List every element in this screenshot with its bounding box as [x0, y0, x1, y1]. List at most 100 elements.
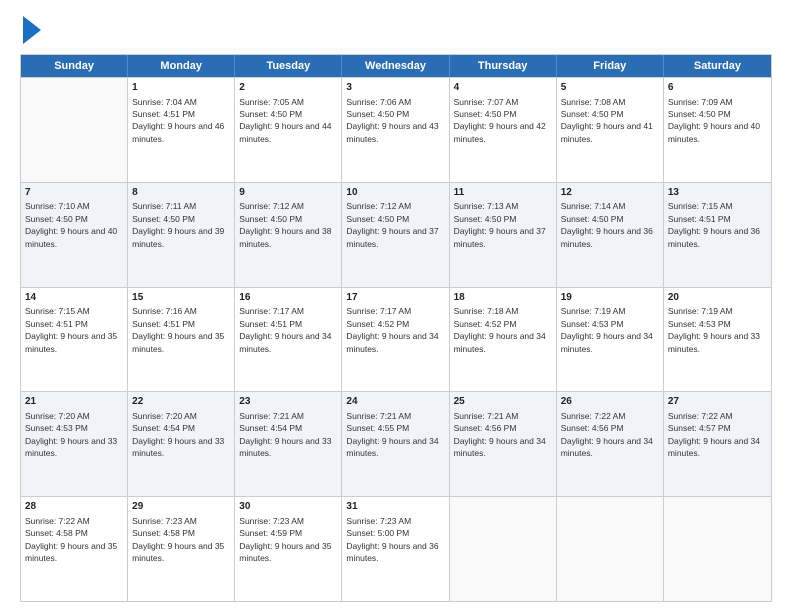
cell-details: Sunrise: 7:23 AMSunset: 4:58 PMDaylight:… — [132, 516, 224, 563]
cell-details: Sunrise: 7:16 AMSunset: 4:51 PMDaylight:… — [132, 306, 224, 353]
calendar-row: 14Sunrise: 7:15 AMSunset: 4:51 PMDayligh… — [21, 287, 771, 392]
day-number: 24 — [346, 395, 444, 409]
cell-details: Sunrise: 7:05 AMSunset: 4:50 PMDaylight:… — [239, 97, 331, 144]
cell-details: Sunrise: 7:08 AMSunset: 4:50 PMDaylight:… — [561, 97, 653, 144]
cell-details: Sunrise: 7:22 AMSunset: 4:56 PMDaylight:… — [561, 411, 653, 458]
day-number: 29 — [132, 500, 230, 514]
calendar-header-cell: Tuesday — [235, 55, 342, 77]
header — [20, 18, 772, 44]
calendar-cell: 16Sunrise: 7:17 AMSunset: 4:51 PMDayligh… — [235, 288, 342, 392]
calendar-cell: 13Sunrise: 7:15 AMSunset: 4:51 PMDayligh… — [664, 183, 771, 287]
calendar-cell: 9Sunrise: 7:12 AMSunset: 4:50 PMDaylight… — [235, 183, 342, 287]
calendar-cell: 24 Sunrise: 7:21 AMSunset: 4:55 PMDayligh… — [342, 392, 449, 496]
day-number: 1 — [132, 81, 230, 95]
day-number: 17 — [346, 291, 444, 305]
day-number: 22 — [132, 395, 230, 409]
day-number: 10 — [346, 186, 444, 200]
calendar-cell: 6 Sunrise: 7:09 AMSunset: 4:50 PMDaylight… — [664, 78, 771, 182]
cell-details: Sunrise: 7:23 AMSunset: 4:59 PMDaylight:… — [239, 516, 331, 563]
day-number: 30 — [239, 500, 337, 514]
day-number: 20 — [668, 291, 767, 305]
cell-details: Sunrise: 7:19 AMSunset: 4:53 PMDaylight:… — [668, 306, 760, 353]
calendar-cell: 8Sunrise: 7:11 AMSunset: 4:50 PMDaylight… — [128, 183, 235, 287]
day-number: 19 — [561, 291, 659, 305]
day-number: 12 — [561, 186, 659, 200]
cell-details: Sunrise: 7:15 AMSunset: 4:51 PMDaylight:… — [25, 306, 117, 353]
day-number: 21 — [25, 395, 123, 409]
calendar-cell: 31 Sunrise: 7:23 AMSunset: 5:00 PMDayligh… — [342, 497, 449, 601]
calendar-cell: 23 Sunrise: 7:21 AMSunset: 4:54 PMDayligh… — [235, 392, 342, 496]
cell-details: Sunrise: 7:12 AMSunset: 4:50 PMDaylight:… — [346, 201, 438, 248]
calendar-header: SundayMondayTuesdayWednesdayThursdayFrid… — [21, 55, 771, 77]
day-number: 11 — [454, 186, 552, 200]
day-number: 13 — [668, 186, 767, 200]
day-number: 25 — [454, 395, 552, 409]
calendar-cell: 11Sunrise: 7:13 AMSunset: 4:50 PMDayligh… — [450, 183, 557, 287]
day-number: 7 — [25, 186, 123, 200]
cell-details: Sunrise: 7:10 AMSunset: 4:50 PMDaylight:… — [25, 201, 117, 248]
day-number: 5 — [561, 81, 659, 95]
day-number: 9 — [239, 186, 337, 200]
cell-details: Sunrise: 7:13 AMSunset: 4:50 PMDaylight:… — [454, 201, 546, 248]
calendar-cell: 3 Sunrise: 7:06 AMSunset: 4:50 PMDaylight… — [342, 78, 449, 182]
calendar: SundayMondayTuesdayWednesdayThursdayFrid… — [20, 54, 772, 602]
day-number: 23 — [239, 395, 337, 409]
calendar-cell: 30 Sunrise: 7:23 AMSunset: 4:59 PMDayligh… — [235, 497, 342, 601]
cell-details: Sunrise: 7:09 AMSunset: 4:50 PMDaylight:… — [668, 97, 760, 144]
calendar-cell — [664, 497, 771, 601]
cell-details: Sunrise: 7:14 AMSunset: 4:50 PMDaylight:… — [561, 201, 653, 248]
cell-details: Sunrise: 7:21 AMSunset: 4:54 PMDaylight:… — [239, 411, 331, 458]
cell-details: Sunrise: 7:04 AMSunset: 4:51 PMDaylight:… — [132, 97, 224, 144]
calendar-cell: 27 Sunrise: 7:22 AMSunset: 4:57 PMDayligh… — [664, 392, 771, 496]
calendar-cell: 20Sunrise: 7:19 AMSunset: 4:53 PMDayligh… — [664, 288, 771, 392]
calendar-cell: 18Sunrise: 7:18 AMSunset: 4:52 PMDayligh… — [450, 288, 557, 392]
calendar-cell: 22 Sunrise: 7:20 AMSunset: 4:54 PMDayligh… — [128, 392, 235, 496]
calendar-cell: 10Sunrise: 7:12 AMSunset: 4:50 PMDayligh… — [342, 183, 449, 287]
calendar-cell — [450, 497, 557, 601]
cell-details: Sunrise: 7:07 AMSunset: 4:50 PMDaylight:… — [454, 97, 546, 144]
calendar-header-cell: Wednesday — [342, 55, 449, 77]
day-number: 26 — [561, 395, 659, 409]
cell-details: Sunrise: 7:22 AMSunset: 4:57 PMDaylight:… — [668, 411, 760, 458]
calendar-cell: 17Sunrise: 7:17 AMSunset: 4:52 PMDayligh… — [342, 288, 449, 392]
day-number: 14 — [25, 291, 123, 305]
day-number: 18 — [454, 291, 552, 305]
day-number: 31 — [346, 500, 444, 514]
logo-arrow-icon — [23, 16, 41, 44]
day-number: 3 — [346, 81, 444, 95]
cell-details: Sunrise: 7:18 AMSunset: 4:52 PMDaylight:… — [454, 306, 546, 353]
day-number: 4 — [454, 81, 552, 95]
day-number: 28 — [25, 500, 123, 514]
logo — [20, 18, 41, 44]
calendar-cell: 4 Sunrise: 7:07 AMSunset: 4:50 PMDaylight… — [450, 78, 557, 182]
calendar-cell: 28Sunrise: 7:22 AMSunset: 4:58 PMDayligh… — [21, 497, 128, 601]
calendar-header-cell: Friday — [557, 55, 664, 77]
calendar-row: 28Sunrise: 7:22 AMSunset: 4:58 PMDayligh… — [21, 496, 771, 601]
cell-details: Sunrise: 7:06 AMSunset: 4:50 PMDaylight:… — [346, 97, 438, 144]
calendar-cell: 19Sunrise: 7:19 AMSunset: 4:53 PMDayligh… — [557, 288, 664, 392]
cell-details: Sunrise: 7:20 AMSunset: 4:53 PMDaylight:… — [25, 411, 117, 458]
cell-details: Sunrise: 7:12 AMSunset: 4:50 PMDaylight:… — [239, 201, 331, 248]
calendar-cell — [557, 497, 664, 601]
calendar-row: 21 Sunrise: 7:20 AMSunset: 4:53 PMDayligh… — [21, 391, 771, 496]
calendar-cell: 25 Sunrise: 7:21 AMSunset: 4:56 PMDayligh… — [450, 392, 557, 496]
page: SundayMondayTuesdayWednesdayThursdayFrid… — [0, 0, 792, 612]
calendar-header-cell: Saturday — [664, 55, 771, 77]
cell-details: Sunrise: 7:11 AMSunset: 4:50 PMDaylight:… — [132, 201, 224, 248]
cell-details: Sunrise: 7:17 AMSunset: 4:52 PMDaylight:… — [346, 306, 438, 353]
calendar-header-cell: Sunday — [21, 55, 128, 77]
calendar-cell: 2Sunrise: 7:05 AMSunset: 4:50 PMDaylight… — [235, 78, 342, 182]
day-number: 16 — [239, 291, 337, 305]
cell-details: Sunrise: 7:23 AMSunset: 5:00 PMDaylight:… — [346, 516, 438, 563]
cell-details: Sunrise: 7:21 AMSunset: 4:55 PMDaylight:… — [346, 411, 438, 458]
cell-details: Sunrise: 7:21 AMSunset: 4:56 PMDaylight:… — [454, 411, 546, 458]
day-number: 8 — [132, 186, 230, 200]
day-number: 15 — [132, 291, 230, 305]
calendar-cell: 7Sunrise: 7:10 AMSunset: 4:50 PMDaylight… — [21, 183, 128, 287]
day-number: 27 — [668, 395, 767, 409]
calendar-row: 1 Sunrise: 7:04 AMSunset: 4:51 PMDaylight… — [21, 77, 771, 182]
calendar-row: 7Sunrise: 7:10 AMSunset: 4:50 PMDaylight… — [21, 182, 771, 287]
calendar-header-cell: Thursday — [450, 55, 557, 77]
cell-details: Sunrise: 7:20 AMSunset: 4:54 PMDaylight:… — [132, 411, 224, 458]
day-number: 6 — [668, 81, 767, 95]
